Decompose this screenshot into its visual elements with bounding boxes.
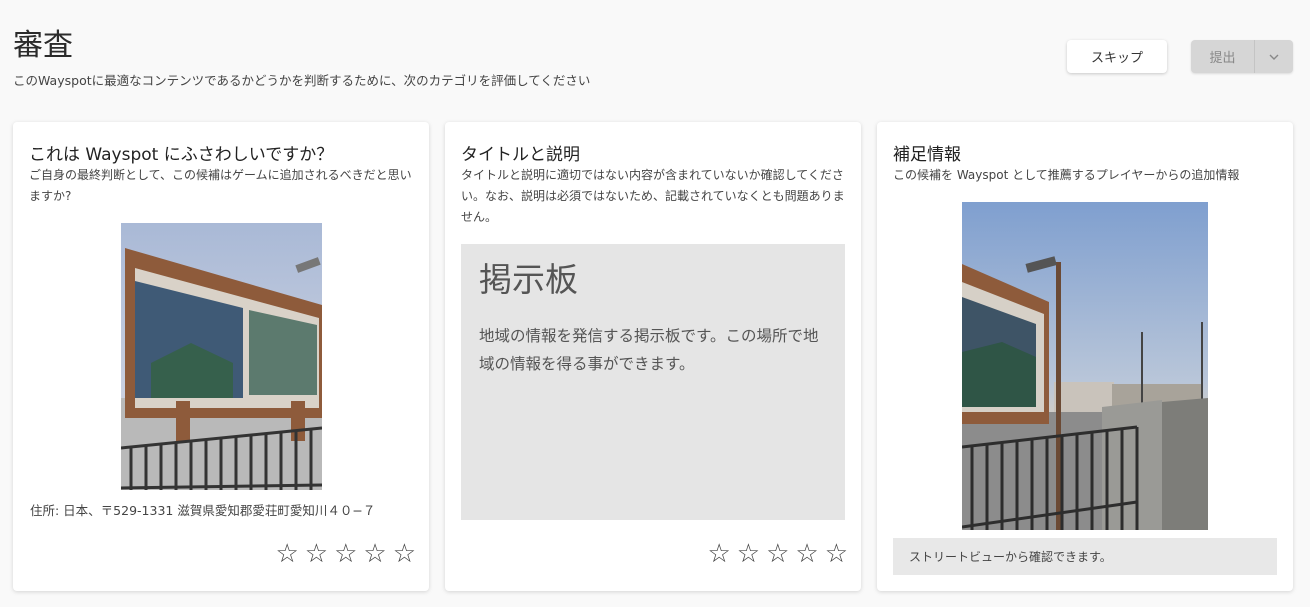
candidate-photo[interactable] [121,223,322,490]
submit-button[interactable]: 提出 [1191,40,1255,73]
page-header: 審査 このWayspotに最適なコンテンツであるかどうかを判断するために、次のカ… [0,0,1310,110]
title-description-card: タイトルと説明 タイトルと説明に適切ではない内容が含まれていないか確認してくださ… [445,122,861,591]
wayspot-suitability-card: これは Wayspot にふさわしいですか？ ご自身の最終判断として、この候補は… [13,122,429,591]
star-icon[interactable]: ☆ [393,539,416,569]
star-icon[interactable]: ☆ [363,539,386,569]
poi-title: 掲示板 [479,260,578,299]
star-icon[interactable]: ☆ [305,539,328,569]
star-icon[interactable]: ☆ [825,539,848,569]
card-description: タイトルと説明に適切ではない内容が含まれていないか確認してください。なお、説明は… [461,168,845,224]
card-description: この候補を Wayspot として推薦するプレイヤーからの追加情報 [893,168,1240,182]
star-icon[interactable]: ☆ [737,539,760,569]
supporting-photo[interactable] [962,202,1208,530]
card-description: ご自身の最終判断として、この候補はゲームに追加されるべきだと思いますか? [29,168,412,203]
poi-description: 地域の情報を発信する掲示板です。この場所で地域の情報を得る事ができます。 [479,327,819,373]
poi-description-box: 掲示板 地域の情報を発信する掲示板です。この場所で地域の情報を得る事ができます。 [461,244,845,520]
star-icon[interactable]: ☆ [766,539,789,569]
chevron-down-icon [1269,54,1279,60]
star-icon[interactable]: ☆ [334,539,357,569]
page-subtitle: このWayspotに最適なコンテンツであるかどうかを判断するために、次のカテゴリ… [13,73,591,88]
star-rating: ☆ ☆ ☆ ☆ ☆ [707,539,848,569]
address-text: 住所: 日本、〒529-1331 滋賀県愛知郡愛荘町愛知川４０−７ [30,503,376,518]
star-rating: ☆ ☆ ☆ ☆ ☆ [275,539,416,569]
streetview-note: ストリートビューから確認できます。 [893,538,1277,575]
star-icon[interactable]: ☆ [275,539,298,569]
card-title: 補足情報 [893,145,961,165]
submit-button-group: 提出 [1191,40,1293,73]
skip-button[interactable]: スキップ [1067,40,1167,73]
star-icon[interactable]: ☆ [707,539,730,569]
page-title: 審査 [13,28,73,63]
submit-dropdown-button[interactable] [1255,40,1293,73]
card-title: これは Wayspot にふさわしいですか？ [29,145,334,165]
star-icon[interactable]: ☆ [795,539,818,569]
card-title: タイトルと説明 [461,145,580,165]
supplementary-info-card: 補足情報 この候補を Wayspot として推薦するプレイヤーからの追加情報 ス… [877,122,1293,591]
